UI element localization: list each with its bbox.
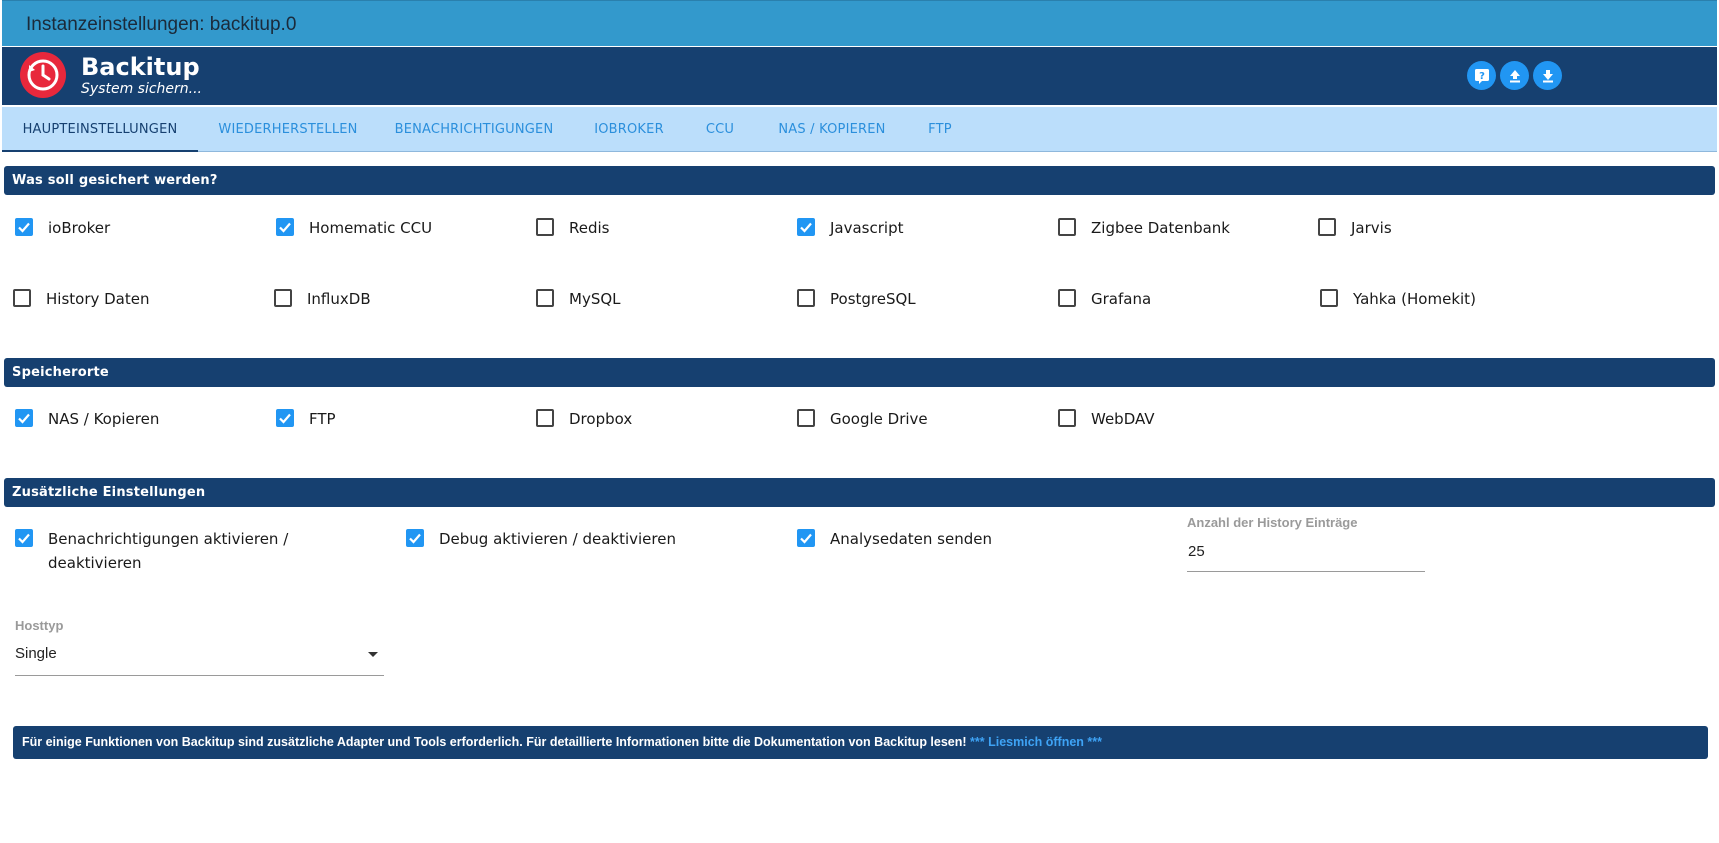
checkbox-ftp[interactable]: FTP (276, 409, 336, 431)
tab-haupteinstellungen[interactable]: HAUPTEINSTELLUNGEN (2, 107, 198, 152)
history-count-underline (1187, 571, 1425, 572)
checkbox-box[interactable] (276, 409, 294, 427)
checkbox-mysql[interactable]: MySQL (536, 289, 621, 311)
app-header: Backitup System sichern... ? (2, 47, 1717, 105)
download-icon (1542, 69, 1553, 82)
checkbox-influxdb[interactable]: InfluxDB (274, 289, 371, 311)
checkbox-label: Google Drive (830, 410, 928, 428)
checkbox-label: FTP (309, 410, 336, 428)
tab-ftp[interactable]: FTP (916, 107, 964, 152)
checkbox-label: Zigbee Datenbank (1091, 219, 1230, 237)
checkbox-jarvis[interactable]: Jarvis (1318, 218, 1392, 240)
checkbox-yahka-homekit[interactable]: Yahka (Homekit) (1320, 289, 1476, 311)
section-extra-title: Zusätzliche Einstellungen (4, 478, 1715, 507)
section-backup-title: Was soll gesichert werden? (4, 166, 1715, 195)
tab-iobroker[interactable]: IOBROKER (582, 107, 676, 152)
checkbox-label: Homematic CCU (309, 219, 433, 237)
checkbox-box[interactable] (536, 218, 554, 236)
checkbox-postgresql[interactable]: PostgreSQL (797, 289, 916, 311)
window-title-bar: Instanzeinstellungen: backitup.0 (2, 0, 1717, 46)
checkbox-nas-kopieren[interactable]: NAS / Kopieren (15, 409, 159, 431)
checkbox-box[interactable] (797, 529, 815, 547)
checkbox-redis[interactable]: Redis (536, 218, 609, 240)
hosttype-label: Hosttyp (15, 618, 64, 633)
checkbox-box[interactable] (536, 289, 554, 307)
checkbox-webdav[interactable]: WebDAV (1058, 409, 1155, 431)
checkbox-label: Javascript (830, 219, 904, 237)
checkbox-box[interactable] (1058, 289, 1076, 307)
checkbox-benachrichtigungen[interactable]: Benachrichtigungen aktivieren / deaktivi… (15, 529, 315, 575)
checkbox-box[interactable] (15, 529, 33, 547)
checkbox-box[interactable] (15, 409, 33, 427)
app-name: Backitup (81, 53, 200, 81)
checkbox-label: InfluxDB (307, 290, 371, 308)
checkbox-label: History Daten (46, 290, 150, 308)
tab-bar: HAUPTEINSTELLUNGEN WIEDERHERSTELLEN BENA… (2, 107, 1717, 152)
tab-nas-kopieren[interactable]: NAS / KOPIEREN (764, 107, 900, 152)
checkbox-label: Yahka (Homekit) (1353, 290, 1476, 308)
info-footer: Für einige Funktionen von Backitup sind … (13, 726, 1708, 759)
checkbox-label: Analysedaten senden (830, 530, 992, 548)
checkbox-label: Jarvis (1351, 219, 1392, 237)
info-text: Für einige Funktionen von Backitup sind … (22, 735, 971, 749)
checkbox-box[interactable] (1058, 218, 1076, 236)
checkbox-analysedaten[interactable]: Analysedaten senden (797, 529, 992, 551)
checkbox-box[interactable] (15, 218, 33, 236)
checkbox-iobroker[interactable]: ioBroker (15, 218, 110, 240)
hosttype-underline (15, 675, 384, 676)
checkbox-history-daten[interactable]: History Daten (13, 289, 150, 311)
brand: Backitup System sichern... (81, 53, 202, 97)
checkbox-label: Debug aktivieren / deaktivieren (439, 530, 676, 548)
upload-icon (1509, 69, 1520, 82)
checkbox-label: Dropbox (569, 410, 633, 428)
checkbox-homematic-ccu[interactable]: Homematic CCU (276, 218, 432, 240)
dropdown-caret-icon[interactable] (368, 652, 378, 657)
checkbox-box[interactable] (797, 289, 815, 307)
app-subtitle: System sichern... (81, 81, 203, 97)
download-button[interactable] (1533, 61, 1562, 90)
help-icon: ? (1474, 68, 1489, 84)
checkbox-box[interactable] (1320, 289, 1338, 307)
checkbox-label: Grafana (1091, 290, 1152, 308)
history-count-input[interactable]: 25 (1188, 543, 1205, 560)
checkbox-label: WebDAV (1091, 410, 1155, 428)
checkbox-box[interactable] (797, 218, 815, 236)
checkbox-google-drive[interactable]: Google Drive (797, 409, 928, 431)
hosttype-select[interactable]: Single (15, 645, 57, 662)
checkbox-label: NAS / Kopieren (48, 410, 160, 428)
checkbox-box[interactable] (1318, 218, 1336, 236)
checkbox-debug[interactable]: Debug aktivieren / deaktivieren (406, 529, 676, 551)
checkbox-zigbee-datenbank[interactable]: Zigbee Datenbank (1058, 218, 1230, 240)
checkbox-box[interactable] (1058, 409, 1076, 427)
checkbox-label: Redis (569, 219, 610, 237)
window-title: Instanzeinstellungen: backitup.0 (26, 14, 297, 35)
checkbox-box[interactable] (274, 289, 292, 307)
checkbox-label: Benachrichtigungen aktivieren / deaktivi… (48, 530, 289, 572)
checkbox-box[interactable] (276, 218, 294, 236)
help-button[interactable]: ? (1467, 61, 1496, 90)
checkbox-label: MySQL (569, 290, 621, 308)
section-storage-title: Speicherorte (4, 358, 1715, 387)
readme-link[interactable]: *** Liesmich öffnen *** (970, 735, 1102, 749)
checkbox-box[interactable] (13, 289, 31, 307)
history-count-label: Anzahl der History Einträge (1187, 515, 1358, 530)
tab-ccu[interactable]: CCU (692, 107, 748, 152)
checkbox-label: PostgreSQL (830, 290, 916, 308)
checkbox-dropbox[interactable]: Dropbox (536, 409, 632, 431)
checkbox-grafana[interactable]: Grafana (1058, 289, 1151, 311)
checkbox-label: ioBroker (48, 219, 111, 237)
checkbox-box[interactable] (536, 409, 554, 427)
checkbox-box[interactable] (406, 529, 424, 547)
tab-wiederherstellen[interactable]: WIEDERHERSTELLEN (202, 107, 374, 152)
checkbox-javascript[interactable]: Javascript (797, 218, 903, 240)
upload-button[interactable] (1500, 61, 1529, 90)
tab-benachrichtigungen[interactable]: BENACHRICHTIGUNGEN (382, 107, 566, 152)
svg-text:?: ? (1479, 71, 1485, 82)
backitup-logo-icon (20, 52, 66, 98)
checkbox-box[interactable] (797, 409, 815, 427)
